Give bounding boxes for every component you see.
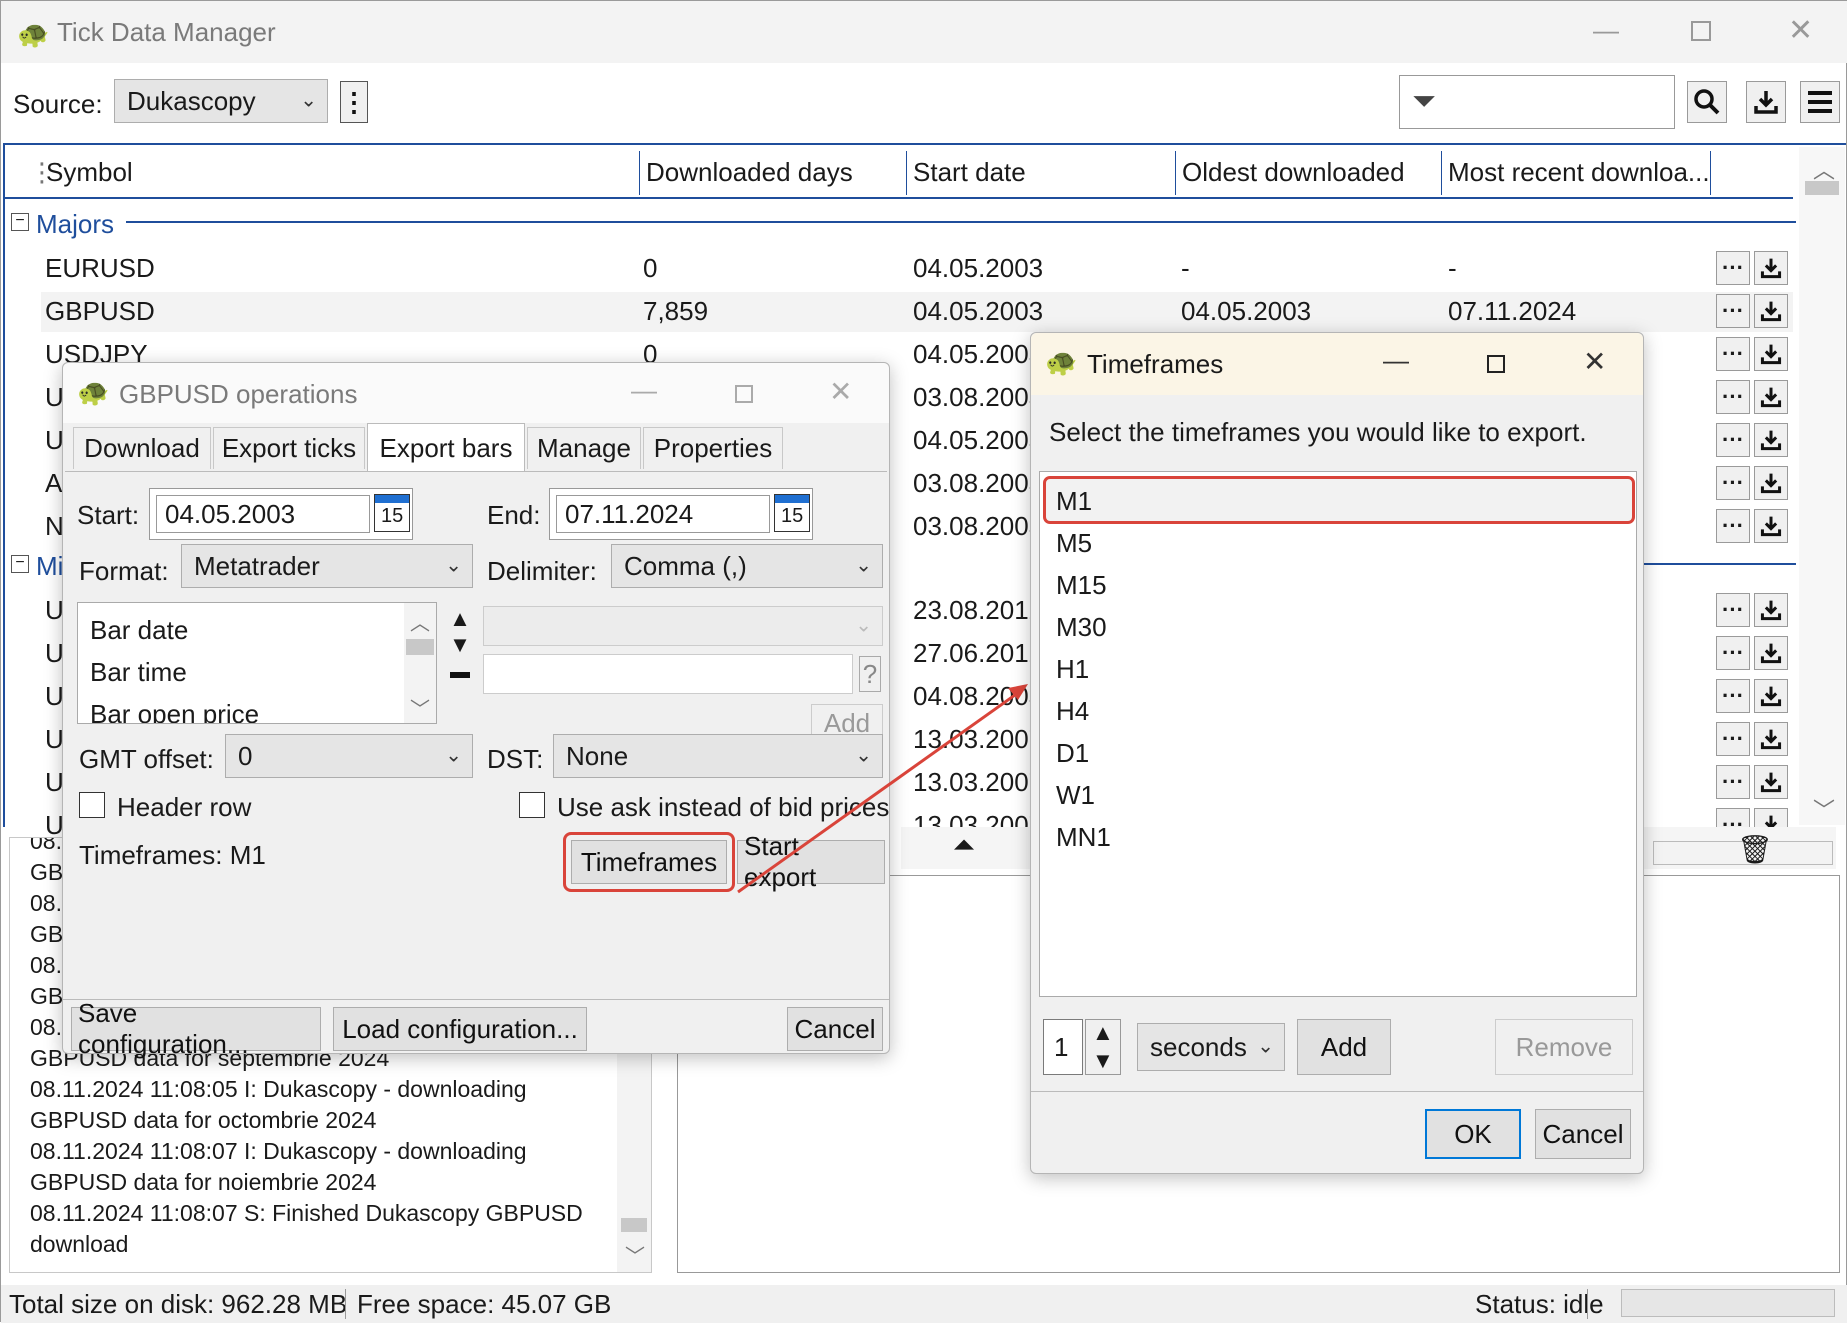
timeframe-item[interactable]: M5 xyxy=(1056,528,1092,559)
tf-title-bar: 🐢 Timeframes — ✕ xyxy=(1031,333,1643,395)
timeframe-item[interactable]: M1 xyxy=(1056,486,1092,517)
timeframe-item[interactable]: H1 xyxy=(1056,654,1089,685)
app-logo-icon: 🐢 xyxy=(1045,347,1078,377)
unit-select[interactable]: seconds ⌄ xyxy=(1137,1023,1285,1071)
step-down-icon[interactable]: ▼ xyxy=(1092,1048,1114,1074)
timeframes-dialog: 🐢 Timeframes — ✕ Select the timeframes y… xyxy=(1030,332,1644,1174)
close-icon[interactable]: ✕ xyxy=(1583,345,1606,378)
tf-prompt: Select the timeframes you would like to … xyxy=(1049,417,1587,447)
tf-add-button[interactable]: Add xyxy=(1297,1019,1391,1075)
tf-cancel-button[interactable]: Cancel xyxy=(1535,1109,1631,1159)
minimize-icon[interactable]: — xyxy=(1383,345,1409,376)
timeframe-item[interactable]: M15 xyxy=(1056,570,1107,601)
selected-item-highlight xyxy=(1043,476,1635,524)
arrow-line xyxy=(737,688,1023,894)
chevron-down-icon: ⌄ xyxy=(1257,1035,1274,1058)
maximize-icon[interactable] xyxy=(1487,355,1505,373)
qty-stepper[interactable]: ▲ ▼ xyxy=(1085,1019,1121,1075)
step-up-icon[interactable]: ▲ xyxy=(1092,1020,1114,1046)
timeframes-list[interactable]: M1 M5 M15 M30 H1 H4 D1 W1 MN1 xyxy=(1039,471,1637,997)
tf-title: Timeframes xyxy=(1087,349,1224,379)
timeframe-item[interactable]: M30 xyxy=(1056,612,1107,643)
tf-remove-button[interactable]: Remove xyxy=(1495,1019,1633,1075)
tf-ok-button[interactable]: OK xyxy=(1425,1109,1521,1159)
timeframe-item[interactable]: W1 xyxy=(1056,780,1095,811)
timeframe-item[interactable]: H4 xyxy=(1056,696,1089,727)
timeframe-item[interactable]: MN1 xyxy=(1056,822,1111,853)
timeframe-item[interactable]: D1 xyxy=(1056,738,1089,769)
tf-footer-divider xyxy=(1031,1091,1643,1092)
qty-input[interactable]: 1 xyxy=(1043,1019,1083,1075)
